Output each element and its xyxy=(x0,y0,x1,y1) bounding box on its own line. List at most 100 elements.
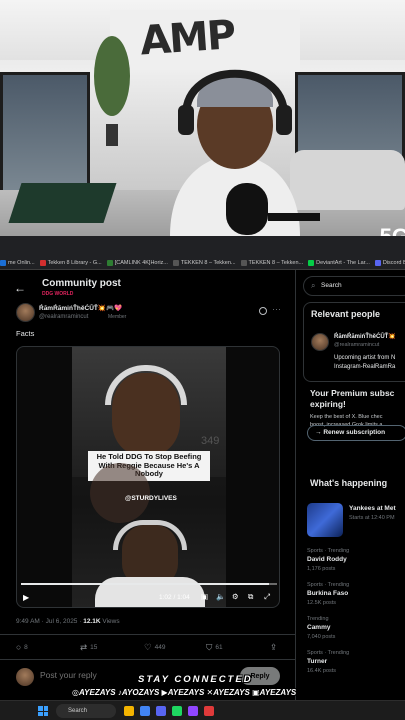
banner-title: STAY CONNECTED xyxy=(138,674,253,685)
like-count: 449 xyxy=(154,644,166,651)
bookmark-item[interactable]: me Onlin... xyxy=(0,260,35,266)
trend-context: Sports · Trending xyxy=(307,650,350,656)
twitch-app-icon[interactable] xyxy=(188,706,198,716)
webcam-feed: AMP 5G xyxy=(0,0,405,236)
avatar[interactable] xyxy=(311,333,329,351)
trend-name[interactable]: David Roddy xyxy=(307,556,347,563)
fullscreen-icon[interactable]: ⤢ xyxy=(264,592,270,602)
page-header: ← Community post DDG WORLD xyxy=(0,272,296,298)
relevant-handle[interactable]: @realramramincut xyxy=(334,342,379,348)
heart-icon: ♡ xyxy=(144,642,152,652)
bookmark-label: Tekken 8 Library - G... xyxy=(47,260,102,266)
windows-start-icon[interactable] xyxy=(38,706,48,716)
bookmark-icon: ⛉ xyxy=(206,642,213,652)
bookmark-favicon-icon xyxy=(106,260,113,266)
browser-icon[interactable] xyxy=(140,706,150,716)
search-box[interactable]: ⌕ Search xyxy=(303,276,405,296)
trend-name[interactable]: Turner xyxy=(307,658,327,665)
bookmarks-bar: me Onlin... Tekken 8 Library - G... [CAMLI… xyxy=(0,256,405,270)
discord-icon[interactable] xyxy=(156,706,166,716)
renew-subscription-button[interactable]: → Renew subscription xyxy=(307,425,405,441)
relevant-bio: Upcoming artist from N xyxy=(334,355,396,361)
avatar[interactable] xyxy=(16,303,35,322)
bookmark-favicon-icon xyxy=(39,260,46,266)
video-player[interactable]: 349 He Told DDG To Stop Beefing With Reg… xyxy=(16,346,280,608)
community-name[interactable]: DDG WORLD xyxy=(42,291,73,297)
bookmark-label: Discord Bot | MEE6 xyxy=(382,260,405,266)
post-meta: 9:49 AM · Jul 6, 2025 · 12.1K Views xyxy=(16,618,120,625)
video-watermark: 349 xyxy=(201,435,220,447)
event-time: Starts at 12:40 PM xyxy=(349,515,395,521)
bookmark-label: [CAMLINK 4K]Horiz... xyxy=(114,260,168,266)
video-time: 1:02 / 1:04 xyxy=(159,594,190,601)
trend-count: 7,040 posts xyxy=(307,634,336,640)
repost-count: 15 xyxy=(90,644,98,651)
social-handle: AYEZAYS xyxy=(259,688,297,697)
taskbar-search[interactable]: Search xyxy=(56,704,116,718)
trend-context: Trending xyxy=(307,616,329,622)
post-author: ŔāmŔāmińŤhěĆŪŤ💥🎮💖 @realramramincut Membe… xyxy=(16,303,286,323)
bookmark-favicon-icon xyxy=(0,260,6,266)
picture-in-picture-icon[interactable]: ⧉ xyxy=(248,592,253,602)
more-options-icon[interactable]: ··· xyxy=(272,304,281,314)
table xyxy=(8,183,117,223)
bookmark-item[interactable]: TEKKEN 8 – Tekken... xyxy=(240,260,303,266)
trend-name[interactable]: Burkina Faso xyxy=(307,590,348,597)
social-handles: ◎AYEZAYS ♪AYOZAYS ▶AYEZAYS ✕AYEZAYS ▣AYE… xyxy=(72,688,296,697)
plant-decoration xyxy=(94,36,130,146)
share-action[interactable]: ⇪ xyxy=(270,642,277,653)
bookmark-item[interactable]: Tekken 8 Library - G... xyxy=(39,260,102,266)
social-handle: AYEZAYS xyxy=(213,688,250,697)
share-icon: ⇪ xyxy=(270,642,278,652)
bookmark-count: 61 xyxy=(215,644,223,651)
bookmark-item[interactable]: DeviantArt - The Lar... xyxy=(308,260,370,266)
happening-title: What's happening xyxy=(310,478,388,488)
relevant-people-title: Relevant people xyxy=(311,309,381,319)
streamer xyxy=(170,69,320,236)
premium-title: expiring! xyxy=(310,399,346,409)
premium-card: Your Premium subsc expiring! Keep the be… xyxy=(303,384,405,464)
settings-icon[interactable]: ⚙ xyxy=(232,592,239,601)
back-arrow-icon[interactable]: ← xyxy=(14,281,26,295)
play-icon[interactable]: ▶ xyxy=(23,593,29,602)
repost-action[interactable]: ⇄ 15 xyxy=(80,642,97,653)
premium-text: Keep the best of X. Blue chec xyxy=(310,414,383,420)
relevant-people-card: Relevant people ŔāmŔāmińŤhěĆŪŤ💥 @realram… xyxy=(303,302,405,382)
bookmark-action[interactable]: ⛉ 61 xyxy=(206,642,223,653)
bookmark-item[interactable]: [CAMLINK 4K]Horiz... xyxy=(106,260,168,266)
bookmark-label: DeviantArt - The Lar... xyxy=(316,260,370,266)
video-progress-fill xyxy=(21,583,270,585)
trend-name[interactable]: Cammy xyxy=(307,624,330,631)
like-action[interactable]: ♡ 449 xyxy=(144,642,165,653)
post-timestamp[interactable]: 9:49 AM · Jul 6, 2025 · xyxy=(16,618,83,625)
premium-title: Your Premium subsc xyxy=(310,388,395,398)
video-hand xyxy=(90,463,150,523)
author-handle[interactable]: @realramramincut xyxy=(39,314,88,320)
bookmark-favicon-icon xyxy=(172,260,179,266)
captions-icon[interactable]: ▣ xyxy=(201,592,208,601)
video-shirt xyxy=(95,577,205,607)
search-input[interactable]: Search xyxy=(321,282,342,289)
x-post-page: ← Community post DDG WORLD ŔāmŔāmińŤhěĆŪ… xyxy=(0,270,405,700)
relevant-name[interactable]: ŔāmŔāmińŤhěĆŪŤ💥 xyxy=(334,333,396,340)
bookmark-item[interactable]: Discord Bot | MEE6 xyxy=(374,260,405,266)
views-label: Views xyxy=(100,618,120,625)
overlay-tag: 5G xyxy=(380,224,405,236)
page-title: Community post xyxy=(42,278,121,289)
spotify-icon[interactable] xyxy=(172,706,182,716)
event-image[interactable] xyxy=(307,503,343,537)
event-title[interactable]: Yankees at Met xyxy=(349,505,396,512)
member-badge: Member xyxy=(108,314,127,320)
volume-icon[interactable]: 🔈 xyxy=(216,592,225,601)
bookmark-favicon-icon xyxy=(240,260,247,266)
stream-banner: STAY CONNECTED ◎AYEZAYS ♪AYOZAYS ▶AYEZAY… xyxy=(0,672,405,700)
search-icon: ⌕ xyxy=(311,281,316,290)
author-name[interactable]: ŔāmŔāmińŤhěĆŪŤ💥🎮💖 xyxy=(39,304,122,312)
obs-icon[interactable] xyxy=(204,706,214,716)
grok-icon[interactable] xyxy=(259,307,267,315)
file-explorer-icon[interactable] xyxy=(124,706,134,716)
reply-action[interactable]: ○ 8 xyxy=(16,642,28,652)
trend-context: Sports · Trending xyxy=(307,548,350,554)
bookmark-item[interactable]: TEKKEN 8 – Tekken... xyxy=(172,260,236,266)
video-progress-bar[interactable] xyxy=(21,583,277,585)
